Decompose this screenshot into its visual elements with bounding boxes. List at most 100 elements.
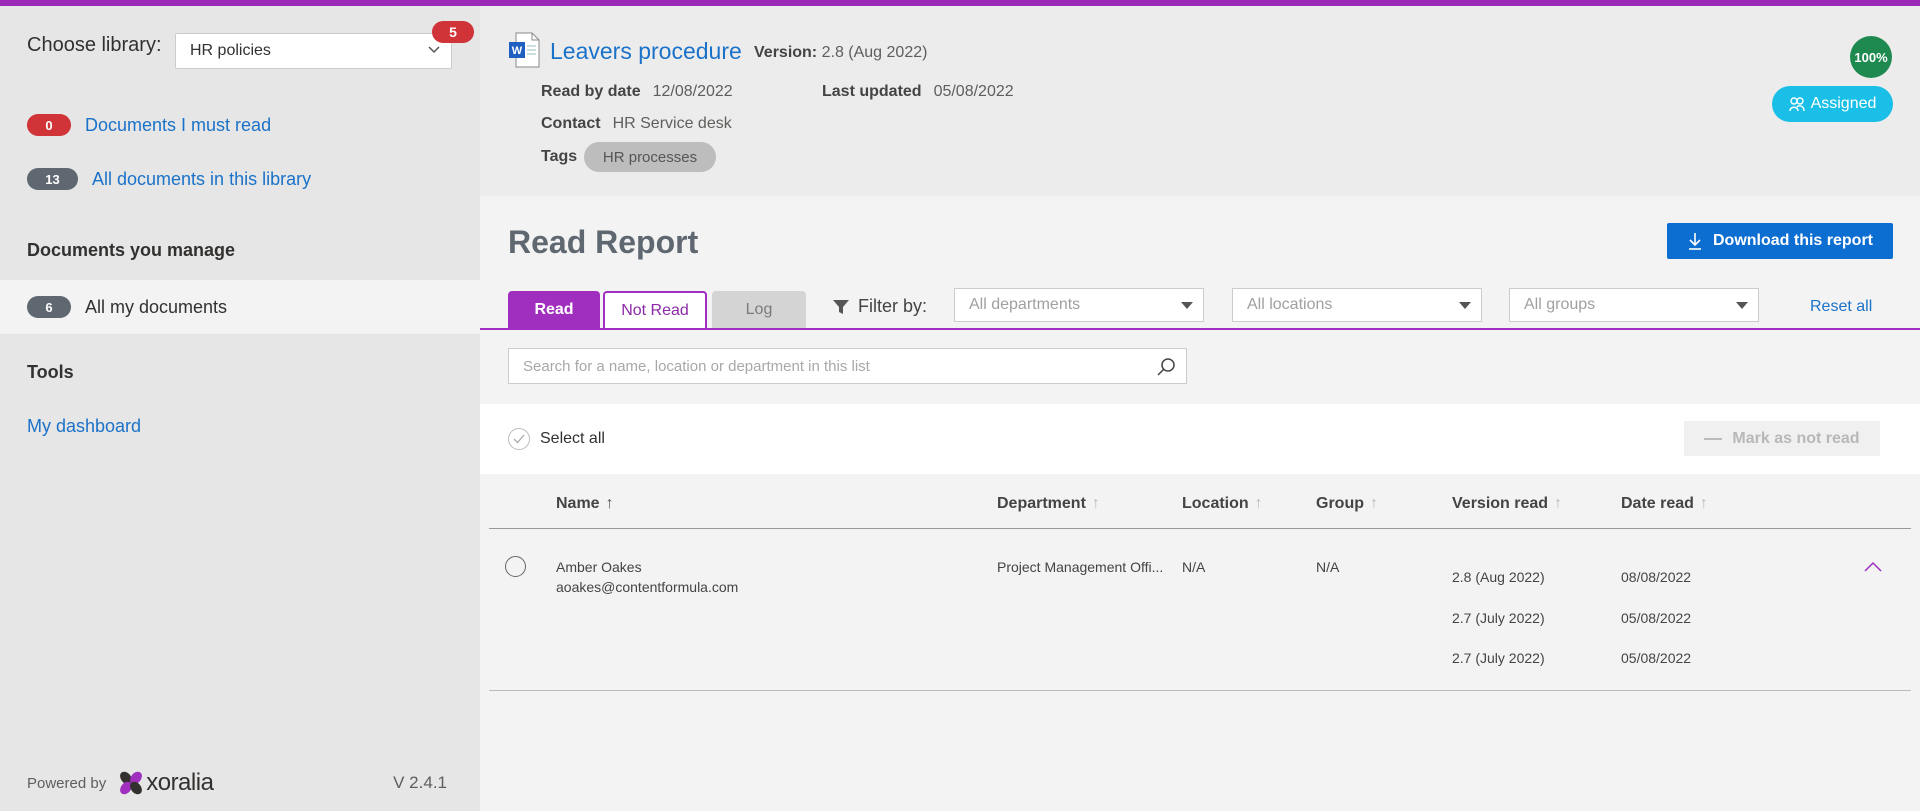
my-dashboard-link[interactable]: My dashboard — [27, 416, 141, 437]
app-version: V 2.4.1 — [393, 773, 447, 792]
table-header-divider — [489, 528, 1911, 529]
library-select[interactable]: HR policies — [175, 33, 452, 69]
my-docs-label: All my documents — [85, 296, 228, 317]
last-updated-value: 05/08/2022 — [933, 83, 1014, 100]
caret-down-icon — [1459, 302, 1471, 309]
minus-icon — [1704, 437, 1723, 440]
search-placeholder: Search for a name, location or departmen… — [523, 357, 870, 375]
last-updated: Last updated 05/08/2022 — [822, 83, 1014, 101]
row-user-email: aoakes@contentformula.com — [556, 579, 739, 595]
page-title: Read Report — [508, 224, 699, 260]
all-docs-count-badge: 13 — [27, 168, 78, 190]
select-all-label: Select all — [540, 430, 605, 447]
search-input[interactable]: Search for a name, location or departmen… — [508, 348, 1187, 384]
reset-all-link[interactable]: Reset all — [1810, 298, 1872, 316]
tab-read[interactable]: Read — [508, 291, 600, 328]
tags-label-text: Tags — [541, 148, 578, 165]
row-version-read: 2.7 (July 2022) — [1452, 610, 1545, 626]
group-filter-value: All groups — [1524, 296, 1596, 313]
tab-underline — [480, 328, 1920, 330]
column-header-department[interactable]: Department ↑ — [997, 495, 1100, 513]
download-report-button[interactable]: Download this report — [1667, 223, 1893, 259]
assigned-button[interactable]: Assigned — [1772, 86, 1893, 122]
department-filter-value: All departments — [969, 296, 1081, 313]
chevron-up-icon[interactable] — [1864, 560, 1882, 572]
xoralia-logo[interactable]: xoralia — [116, 768, 214, 798]
library-notification-badge: 5 — [432, 21, 474, 43]
table-row-divider — [489, 690, 1911, 691]
my-docs-count-badge: 6 — [27, 296, 71, 318]
sort-up-icon: ↑ — [1699, 495, 1708, 512]
library-chooser: Choose library: — [27, 34, 162, 57]
read-by-date: Read by date 12/08/2022 — [541, 83, 733, 101]
tools-heading: Tools — [27, 362, 74, 382]
row-user-name: Amber Oakes — [556, 559, 642, 575]
nav-all-documents[interactable]: 13 All documents in this library — [27, 168, 311, 190]
tag-pill[interactable]: HR processes — [584, 142, 716, 172]
filter-by: Filter by: — [832, 296, 927, 317]
sort-up-icon: ↑ — [1554, 495, 1563, 512]
column-header-version-read[interactable]: Version read ↑ — [1452, 495, 1562, 513]
library-select-value: HR policies — [190, 42, 271, 59]
last-updated-label: Last updated — [822, 83, 922, 100]
department-filter-dropdown[interactable]: All departments — [954, 288, 1204, 322]
column-header-name[interactable]: Name ↑ — [556, 495, 614, 513]
check-icon — [513, 434, 525, 444]
column-header-date-read[interactable]: Date read ↑ — [1621, 495, 1708, 513]
column-date-read-label: Date read — [1621, 495, 1694, 512]
download-label: Download this report — [1713, 232, 1873, 249]
column-header-location[interactable]: Location ↑ — [1182, 495, 1263, 513]
read-by-value: 12/08/2022 — [652, 83, 733, 100]
sort-up-icon: ↑ — [605, 495, 614, 512]
must-read-link[interactable]: Documents I must read — [85, 115, 271, 136]
assigned-users-icon — [1788, 97, 1805, 112]
column-header-group[interactable]: Group ↑ — [1316, 495, 1378, 513]
tags-label: Tags — [541, 148, 589, 166]
all-docs-link[interactable]: All documents in this library — [92, 169, 311, 190]
sidebar: Choose library: HR policies 5 0 Document… — [0, 6, 480, 811]
manage-heading: Documents you manage — [27, 240, 236, 260]
nav-my-documents[interactable]: 6 All my documents — [0, 280, 480, 334]
mark-as-not-read-button[interactable]: Mark as not read — [1684, 421, 1880, 456]
sidebar-footer: Powered by xoralia V 2.4.1 — [27, 768, 447, 798]
column-location-label: Location — [1182, 495, 1249, 512]
row-date-read: 05/08/2022 — [1621, 610, 1692, 626]
download-icon — [1689, 233, 1701, 250]
column-version-read-label: Version read — [1452, 495, 1549, 512]
completion-percent-badge: 100% — [1850, 36, 1892, 78]
document-version-label: Version: — [754, 44, 818, 61]
svg-text:W: W — [512, 45, 523, 57]
sort-up-icon: ↑ — [1091, 495, 1100, 512]
powered-by-label: Powered by — [27, 774, 107, 792]
select-all[interactable]: Select all — [508, 428, 605, 450]
row-date-read: 05/08/2022 — [1621, 650, 1692, 666]
group-filter-dropdown[interactable]: All groups — [1509, 288, 1759, 322]
document-title-link[interactable]: Leavers procedure — [550, 38, 742, 65]
tab-not-read[interactable]: Not Read — [603, 291, 707, 328]
sort-up-icon: ↑ — [1254, 495, 1263, 512]
mark-as-not-read-label: Mark as not read — [1732, 429, 1860, 447]
caret-down-icon — [1736, 302, 1748, 309]
location-filter-dropdown[interactable]: All locations — [1232, 288, 1482, 322]
word-document-icon: W — [509, 32, 540, 68]
xoralia-logo-text: xoralia — [146, 769, 214, 796]
contact: Contact HR Service desk — [541, 115, 732, 133]
nav-must-read[interactable]: 0 Documents I must read — [27, 114, 271, 136]
row-version-read: 2.7 (July 2022) — [1452, 650, 1545, 666]
location-filter-value: All locations — [1247, 296, 1333, 313]
column-group-label: Group — [1316, 495, 1364, 512]
caret-down-icon — [1181, 302, 1193, 309]
sort-up-icon: ↑ — [1370, 495, 1378, 512]
filter-icon — [833, 299, 849, 314]
select-all-checkbox[interactable] — [508, 428, 530, 450]
row-version-read: 2.8 (Aug 2022) — [1452, 569, 1545, 585]
column-name-label: Name — [556, 495, 600, 512]
contact-value: HR Service desk — [612, 115, 732, 132]
read-by-label: Read by date — [541, 83, 641, 100]
row-department: Project Management Offi... — [997, 559, 1164, 575]
contact-label: Contact — [541, 115, 601, 132]
filter-by-label: Filter by: — [858, 296, 928, 316]
row-select-radio[interactable] — [505, 556, 526, 577]
search-icon[interactable] — [1156, 357, 1176, 377]
tab-log[interactable]: Log — [712, 291, 806, 328]
